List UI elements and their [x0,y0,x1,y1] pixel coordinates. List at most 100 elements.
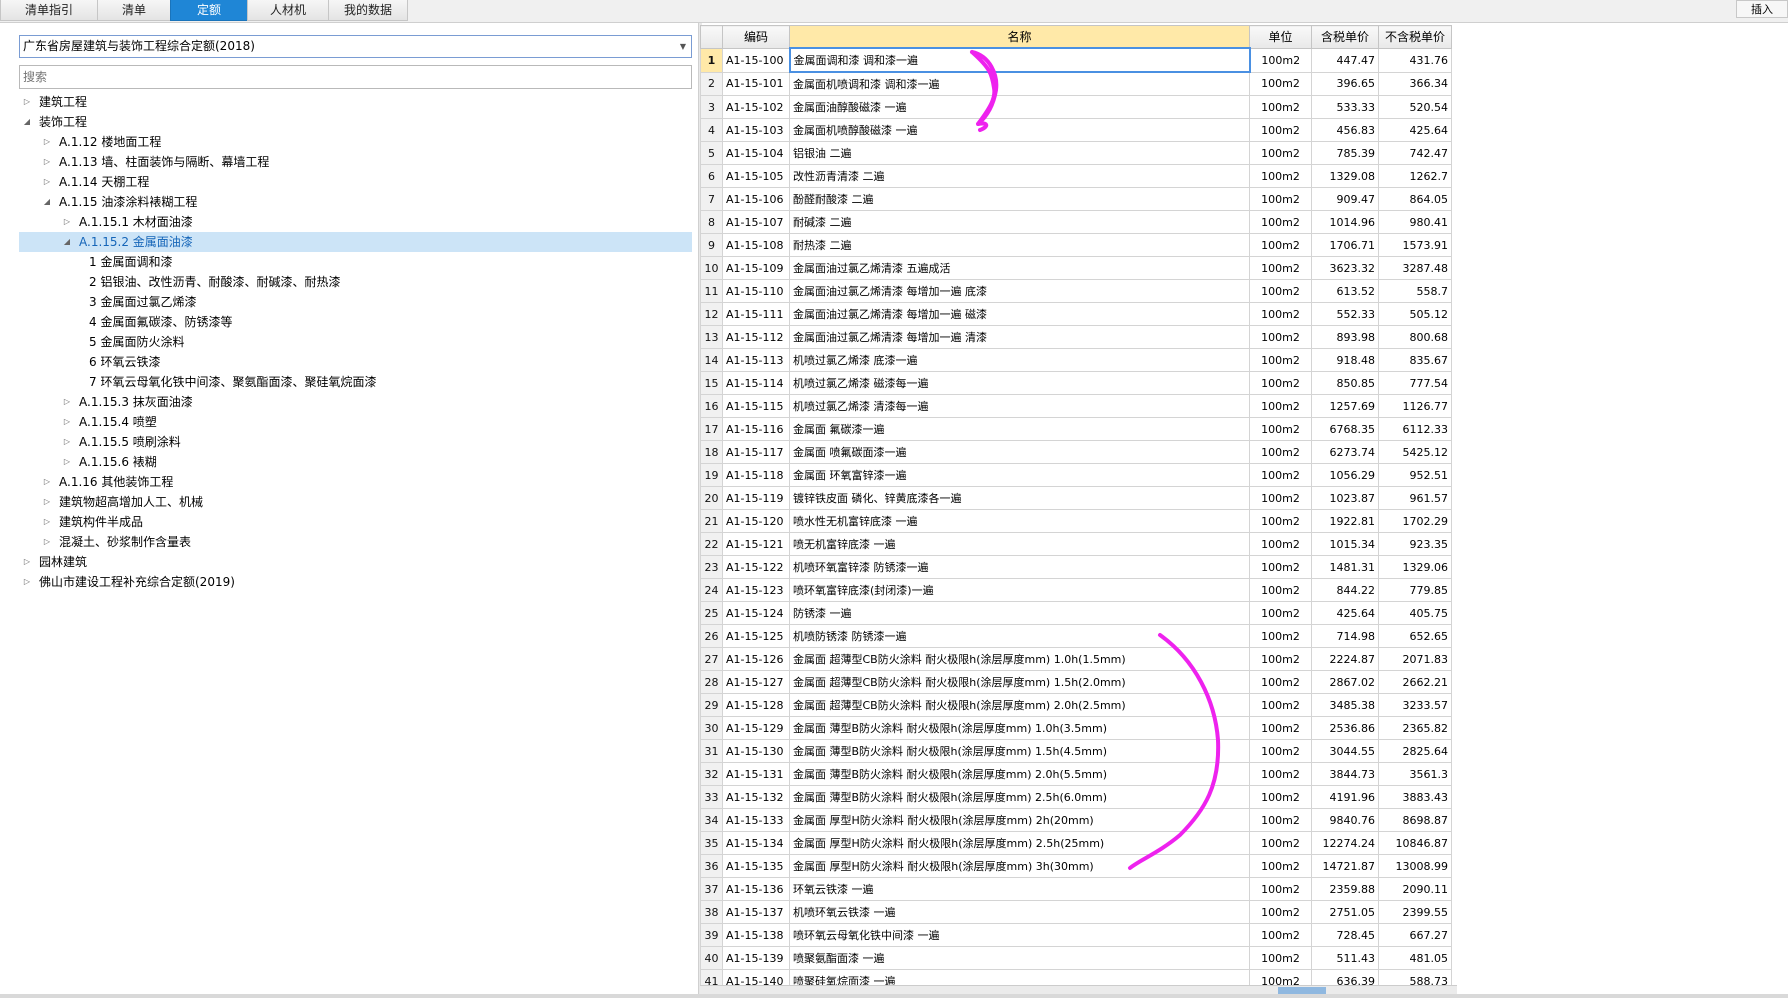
table-row[interactable]: 40 A1-15-139 喷聚氨酯面漆 一遍 100m2 511.43 481.05 [700,946,1452,970]
table-row[interactable]: 33 A1-15-132 金属面 薄型B防火涂料 耐火极限h(涂层厚度mm) 2.5… [700,785,1452,809]
row-number[interactable]: 15 [700,371,723,395]
table-row[interactable]: 31 A1-15-130 金属面 薄型B防火涂料 耐火极限h(涂层厚度mm) 1.5… [700,739,1452,763]
table-row[interactable]: 24 A1-15-123 喷环氧富锌底漆(封闭漆)一遍 100m2 844.22 779.… [700,578,1452,602]
name-cell[interactable]: 喷无机富锌底漆 一遍 [789,532,1250,556]
row-number[interactable]: 5 [700,141,723,165]
expand-arrow-icon[interactable]: ▷ [21,572,33,592]
unit-cell[interactable]: 100m2 [1249,739,1312,763]
name-cell[interactable]: 金属面 薄型B防火涂料 耐火极限h(涂层厚度mm) 1.5h(4.5mm) [789,739,1250,763]
code-cell[interactable]: A1-15-134 [722,831,790,855]
price-with-tax-cell[interactable]: 728.45 [1311,923,1379,947]
name-cell[interactable]: 防锈漆 一遍 [789,601,1250,625]
code-cell[interactable]: A1-15-127 [722,670,790,694]
table-row[interactable]: 18 A1-15-117 金属面 喷氟碳面漆一遍 100m2 6273.74 5425.1… [700,440,1452,464]
row-number[interactable]: 39 [700,923,723,947]
name-cell[interactable]: 金属面 薄型B防火涂料 耐火极限h(涂层厚度mm) 1.0h(3.5mm) [789,716,1250,740]
price-without-tax-cell[interactable]: 1329.06 [1378,555,1452,579]
code-cell[interactable]: A1-15-120 [722,509,790,533]
table-row[interactable]: 16 A1-15-115 机喷过氯乙烯漆 清漆每一遍 100m2 1257.69 1126… [700,394,1452,418]
tree-node[interactable]: ▷ 建筑构件半成品 [19,512,692,532]
name-cell[interactable]: 金属面 厚型H防火涂料 耐火极限h(涂层厚度mm) 3h(30mm) [789,854,1250,878]
table-row[interactable]: 32 A1-15-131 金属面 薄型B防火涂料 耐火极限h(涂层厚度mm) 2.0… [700,762,1452,786]
table-row[interactable]: 23 A1-15-122 机喷环氧富锌漆 防锈漆一遍 100m2 1481.31 1329… [700,555,1452,579]
price-with-tax-cell[interactable]: 2536.86 [1311,716,1379,740]
code-cell[interactable]: A1-15-124 [722,601,790,625]
unit-cell[interactable]: 100m2 [1249,486,1312,510]
name-cell[interactable]: 耐热漆 二遍 [789,233,1250,257]
expand-arrow-icon[interactable]: ▷ [61,452,73,472]
table-row[interactable]: 27 A1-15-126 金属面 超薄型CB防火涂料 耐火极限h(涂层厚度mm) 1… [700,647,1452,671]
code-cell[interactable]: A1-15-121 [722,532,790,556]
row-number[interactable]: 26 [700,624,723,648]
price-without-tax-cell[interactable]: 777.54 [1378,371,1452,395]
unit-cell[interactable]: 100m2 [1249,47,1312,73]
header-name[interactable]: 名称 [789,25,1250,49]
expand-arrow-icon[interactable]: ▷ [61,432,73,452]
price-with-tax-cell[interactable]: 850.85 [1311,371,1379,395]
table-row[interactable]: 13 A1-15-112 金属面油过氯乙烯清漆 每增加一遍 清漆 100m2 893.9… [700,325,1452,349]
name-cell[interactable]: 金属面 喷氟碳面漆一遍 [789,440,1250,464]
price-without-tax-cell[interactable]: 2825.64 [1378,739,1452,763]
expand-arrow-icon[interactable]: ▷ [41,532,53,552]
tree-node[interactable]: 2 铝银油、改性沥青、耐酸漆、耐碱漆、耐热漆 [19,272,692,292]
row-number[interactable]: 2 [700,71,723,96]
code-cell[interactable]: A1-15-125 [722,624,790,648]
unit-cell[interactable]: 100m2 [1249,578,1312,602]
price-with-tax-cell[interactable]: 533.33 [1311,95,1379,119]
code-cell[interactable]: A1-15-117 [722,440,790,464]
table-row[interactable]: 2 A1-15-101 金属面机喷调和漆 调和漆一遍 100m2 396.65 366.3… [700,71,1452,96]
tree-node[interactable]: ▷ 佛山市建设工程补充综合定额(2019) [19,572,692,592]
unit-cell[interactable]: 100m2 [1249,854,1312,878]
row-number[interactable]: 4 [700,118,723,142]
name-cell[interactable]: 机喷防锈漆 防锈漆一遍 [789,624,1250,648]
code-cell[interactable]: A1-15-103 [722,118,790,142]
table-row[interactable]: 15 A1-15-114 机喷过氯乙烯漆 磁漆每一遍 100m2 850.85 777.5… [700,371,1452,395]
price-without-tax-cell[interactable]: 366.34 [1378,71,1452,96]
unit-cell[interactable]: 100m2 [1249,670,1312,694]
table-row[interactable]: 7 A1-15-106 酚醛耐酸漆 二遍 100m2 909.47 864.05 [700,187,1452,211]
code-cell[interactable]: A1-15-138 [722,923,790,947]
code-cell[interactable]: A1-15-115 [722,394,790,418]
tab-my-data[interactable]: 我的数据 [328,0,408,21]
unit-cell[interactable]: 100m2 [1249,762,1312,786]
name-cell[interactable]: 镀锌铁皮面 磷化、锌黄底漆各一遍 [789,486,1250,510]
unit-cell[interactable]: 100m2 [1249,233,1312,257]
price-without-tax-cell[interactable]: 1262.7 [1378,164,1452,188]
code-cell[interactable]: A1-15-133 [722,808,790,832]
expand-arrow-icon[interactable]: ▷ [41,132,53,152]
scrollbar-thumb[interactable] [1278,987,1326,994]
price-without-tax-cell[interactable]: 952.51 [1378,463,1452,487]
table-row[interactable]: 9 A1-15-108 耐热漆 二遍 100m2 1706.71 1573.91 [700,233,1452,257]
price-without-tax-cell[interactable]: 652.65 [1378,624,1452,648]
row-number[interactable]: 40 [700,946,723,970]
code-cell[interactable]: A1-15-112 [722,325,790,349]
unit-cell[interactable]: 100m2 [1249,785,1312,809]
price-with-tax-cell[interactable]: 2751.05 [1311,900,1379,924]
tree-node[interactable]: ◢ A.1.15 油漆涂料裱糊工程 [19,192,692,212]
name-cell[interactable]: 金属面 超薄型CB防火涂料 耐火极限h(涂层厚度mm) 1.0h(1.5mm) [789,647,1250,671]
unit-cell[interactable]: 100m2 [1249,279,1312,303]
collapse-arrow-icon[interactable]: ◢ [21,112,33,132]
tree-node[interactable]: 4 金属面氟碳漆、防锈漆等 [19,312,692,332]
unit-cell[interactable]: 100m2 [1249,509,1312,533]
tree-node[interactable]: ▷ A.1.16 其他装饰工程 [19,472,692,492]
unit-cell[interactable]: 100m2 [1249,716,1312,740]
row-number[interactable]: 28 [700,670,723,694]
price-with-tax-cell[interactable]: 785.39 [1311,141,1379,165]
row-number[interactable]: 22 [700,532,723,556]
name-cell[interactable]: 金属面 超薄型CB防火涂料 耐火极限h(涂层厚度mm) 2.0h(2.5mm) [789,693,1250,717]
code-cell[interactable]: A1-15-139 [722,946,790,970]
unit-cell[interactable]: 100m2 [1249,440,1312,464]
price-without-tax-cell[interactable]: 8698.87 [1378,808,1452,832]
unit-cell[interactable]: 100m2 [1249,624,1312,648]
price-without-tax-cell[interactable]: 3233.57 [1378,693,1452,717]
price-with-tax-cell[interactable]: 3844.73 [1311,762,1379,786]
row-number[interactable]: 27 [700,647,723,671]
unit-cell[interactable]: 100m2 [1249,118,1312,142]
row-number[interactable]: 36 [700,854,723,878]
tree-node[interactable]: ▷ 混凝土、砂浆制作含量表 [19,532,692,552]
name-cell[interactable]: 金属面 薄型B防火涂料 耐火极限h(涂层厚度mm) 2.5h(6.0mm) [789,785,1250,809]
name-cell[interactable]: 机喷过氯乙烯漆 磁漆每一遍 [789,371,1250,395]
tree-node[interactable]: 5 金属面防火涂料 [19,332,692,352]
name-cell[interactable]: 金属面油过氯乙烯清漆 每增加一遍 清漆 [789,325,1250,349]
